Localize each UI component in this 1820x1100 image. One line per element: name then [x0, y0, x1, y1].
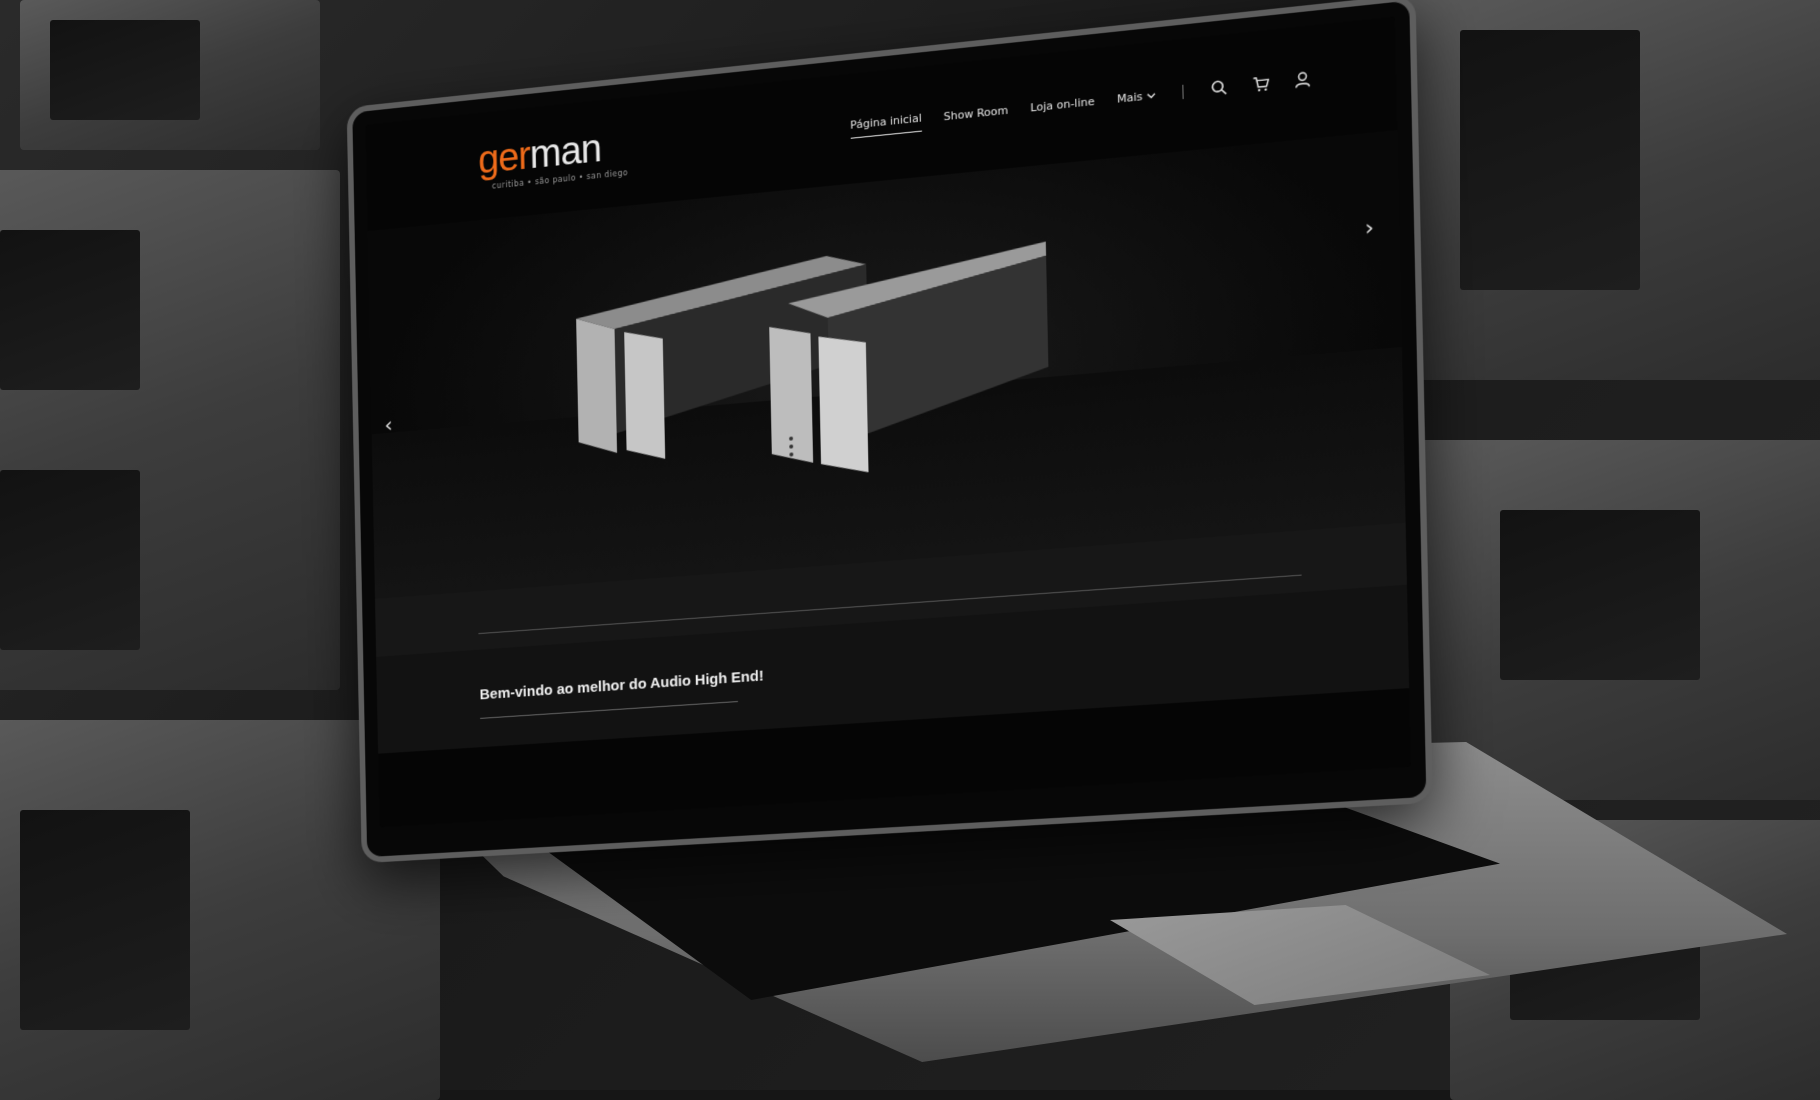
- screen: german curitiba • são paulo • san diego …: [365, 17, 1410, 828]
- carousel-prev-arrow[interactable]: ‹: [384, 413, 393, 438]
- nav-divider: [1182, 85, 1183, 99]
- nav-online-store[interactable]: Loja on-line: [1030, 94, 1095, 120]
- amplifier-product-image: [556, 213, 1071, 496]
- cart-icon[interactable]: [1251, 74, 1270, 94]
- user-icon[interactable]: [1293, 70, 1312, 90]
- logo-wordmark-end: man: [529, 127, 601, 177]
- logo-wordmark-start: ger: [478, 134, 530, 182]
- search-icon[interactable]: [1210, 78, 1229, 98]
- nav-show-room[interactable]: Show Room: [943, 103, 1008, 129]
- nav-more-dropdown[interactable]: Mais: [1117, 88, 1156, 111]
- chevron-down-icon: [1146, 90, 1155, 100]
- main-nav: Página inicial Show Room Loja on-line Ma…: [850, 70, 1312, 141]
- nav-home[interactable]: Página inicial: [850, 112, 922, 139]
- laptop: german curitiba • são paulo • san diego …: [0, 0, 1820, 1090]
- welcome-underline: [480, 701, 738, 719]
- welcome-heading: Bem-vindo ao melhor do Audio High End!: [479, 668, 763, 704]
- nav-more-label: Mais: [1117, 89, 1143, 105]
- carousel-next-arrow[interactable]: ›: [1364, 215, 1374, 242]
- laptop-lid: german curitiba • são paulo • san diego …: [347, 0, 1433, 863]
- logo[interactable]: german curitiba • são paulo • san diego: [478, 126, 628, 192]
